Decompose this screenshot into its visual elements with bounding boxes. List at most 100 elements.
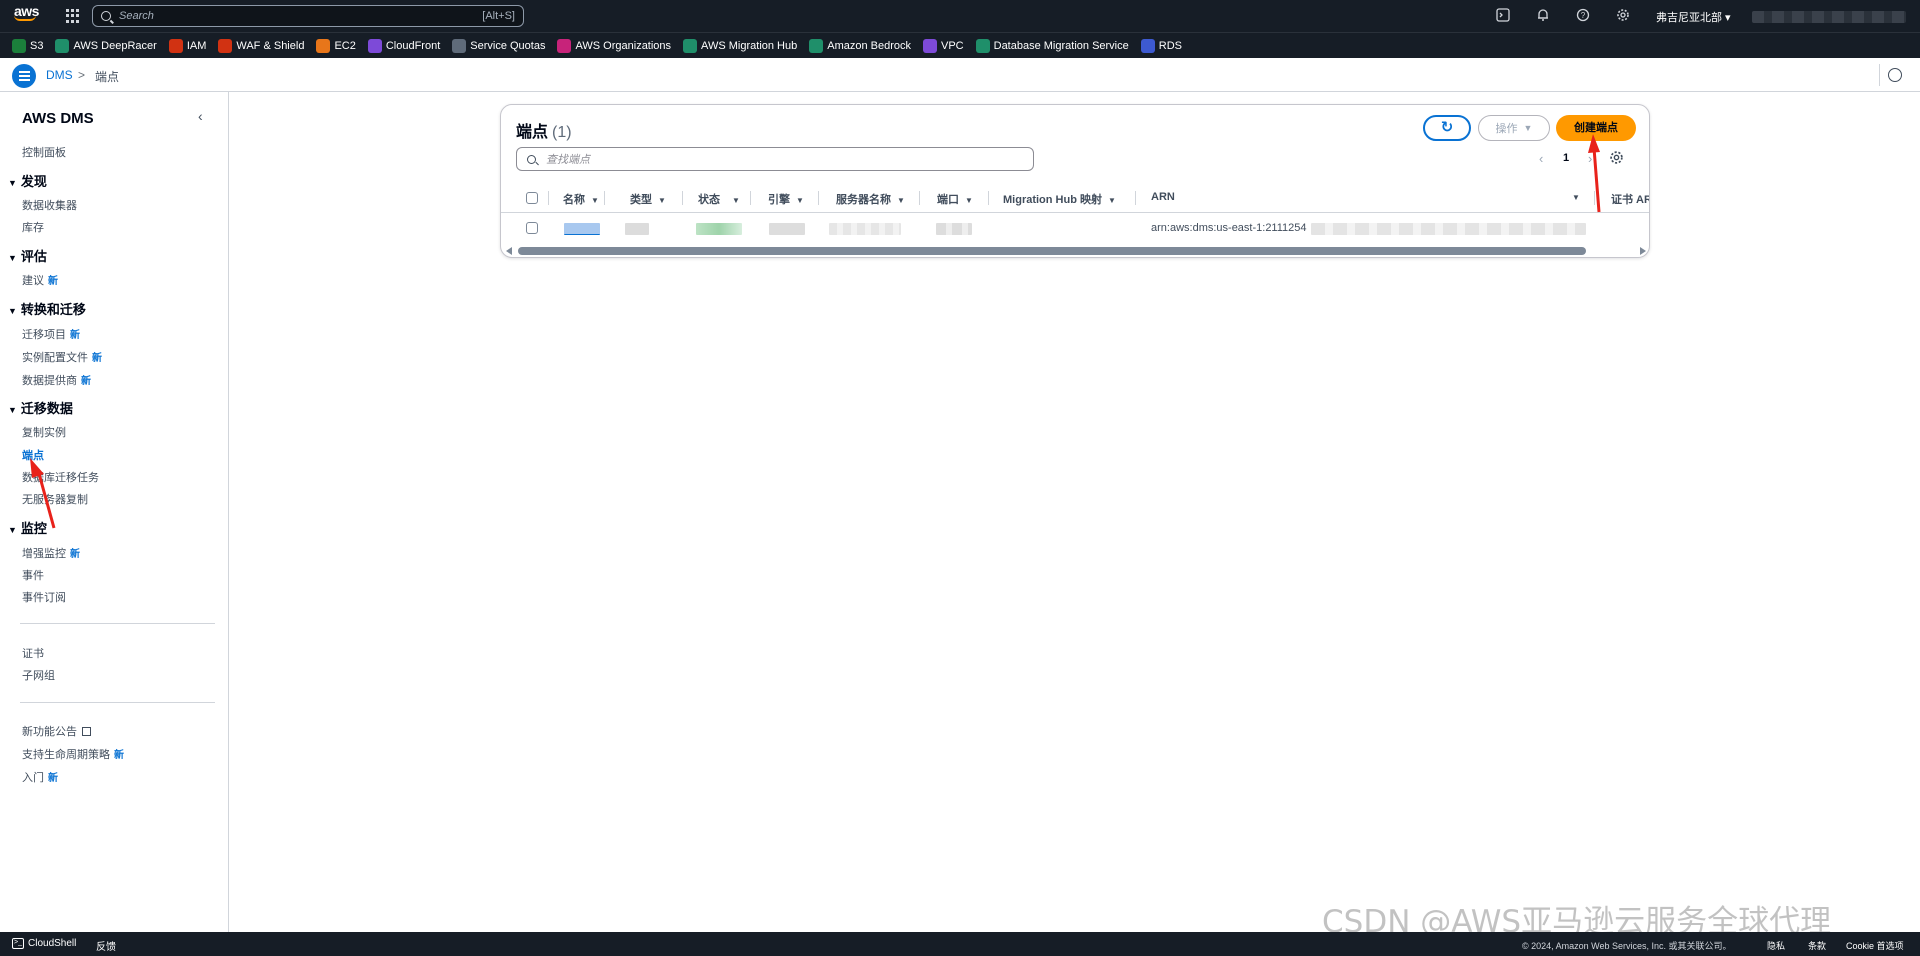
services-grid-icon[interactable]: [66, 9, 80, 23]
favorite-label: WAF & Shield: [236, 39, 305, 52]
sidebar-item-events[interactable]: 事件: [22, 567, 44, 583]
new-badge: 新: [48, 773, 58, 784]
refresh-button[interactable]: ↻: [1423, 115, 1471, 141]
collapse-chevron-left-icon[interactable]: ‹: [198, 108, 203, 124]
pagination-page-number[interactable]: 1: [1563, 152, 1569, 164]
new-badge: 新: [70, 330, 80, 341]
aws-logo[interactable]: aws: [14, 4, 39, 21]
sidebar-item-event-subscriptions[interactable]: 事件订阅: [22, 589, 66, 605]
settings-gear-icon[interactable]: [1615, 8, 1631, 24]
sidebar-item-subnet-groups[interactable]: 子网组: [22, 667, 55, 683]
favorite-s3[interactable]: S3: [12, 38, 43, 53]
global-search-input[interactable]: Search [Alt+S]: [92, 5, 524, 27]
pagination-next-icon[interactable]: ›: [1588, 151, 1592, 166]
column-header-type[interactable]: 类型 ▼: [630, 191, 666, 207]
favorite-iam[interactable]: IAM: [168, 38, 206, 53]
cloudshell-icon[interactable]: [1495, 8, 1511, 24]
arn-sort-caret-icon[interactable]: ▼: [1572, 191, 1580, 203]
notifications-bell-icon[interactable]: [1535, 8, 1551, 24]
sidebar-section-assess[interactable]: ▼ 评估: [8, 246, 47, 265]
favorite-vpc[interactable]: VPC: [923, 38, 964, 53]
cloudshell-button[interactable]: >_ CloudShell: [12, 938, 76, 949]
sidebar-item-database-migration-tasks[interactable]: 数据库迁移任务: [22, 469, 99, 485]
column-header-port[interactable]: 端口 ▼: [937, 191, 973, 207]
section-heading: 监控: [20, 521, 47, 536]
sidebar-item-data-providers[interactable]: 数据提供商新: [22, 372, 91, 388]
help-icon[interactable]: ?: [1575, 8, 1591, 24]
service-icon: [12, 38, 26, 53]
favorite-service-quotas[interactable]: Service Quotas: [452, 38, 545, 53]
header-label: 名称: [563, 194, 585, 206]
favorite-aws-migration-hub[interactable]: AWS Migration Hub: [683, 38, 797, 53]
scroll-left-arrow-icon[interactable]: [506, 247, 512, 255]
endpoint-name-link-redacted[interactable]: [564, 223, 600, 235]
tools-panel-icon[interactable]: [1888, 68, 1902, 82]
favorite-amazon-bedrock[interactable]: Amazon Bedrock: [809, 38, 911, 53]
actions-dropdown-button[interactable]: 操作 ▼: [1478, 115, 1550, 141]
favorite-cloudfront[interactable]: CloudFront: [367, 38, 440, 53]
sidebar-item-certificates[interactable]: 证书: [22, 645, 44, 661]
service-icon: [452, 38, 467, 53]
sidebar-section-convert-migrate[interactable]: ▼ 转换和迁移: [8, 299, 86, 318]
sidebar-item-getting-started[interactable]: 入门新: [22, 769, 58, 785]
service-icon: [1140, 38, 1155, 53]
horizontal-scrollbar[interactable]: [506, 246, 1646, 256]
search-icon: [101, 11, 111, 21]
column-header-status[interactable]: 状态 ▼: [698, 191, 740, 207]
feedback-link[interactable]: 反馈: [96, 938, 116, 953]
scroll-right-arrow-icon[interactable]: [1640, 247, 1646, 255]
favorite-rds[interactable]: RDS: [1140, 38, 1182, 53]
sidebar-item-instance-profiles[interactable]: 实例配置文件新: [22, 349, 102, 365]
select-all-checkbox[interactable]: [526, 192, 538, 204]
table-row[interactable]: arn:aws:dms:us-east-1:2111254: [501, 213, 1649, 243]
favorite-aws-deepracer[interactable]: AWS DeepRacer: [55, 38, 157, 53]
sidebar-item-migration-projects[interactable]: 迁移项目新: [22, 326, 80, 342]
sidebar-section-discover[interactable]: ▼ 发现: [8, 171, 47, 190]
sidebar-item-endpoints[interactable]: 端点: [22, 447, 44, 463]
sidebar-item-replication-instances[interactable]: 复制实例: [22, 424, 66, 440]
item-label: 新功能公告: [22, 726, 77, 738]
create-endpoint-button[interactable]: 创建端点: [1556, 115, 1636, 141]
column-header-arn[interactable]: ARN: [1151, 191, 1175, 203]
row-checkbox[interactable]: [526, 222, 538, 234]
column-header-engine[interactable]: 引擎 ▼: [768, 191, 804, 207]
privacy-link[interactable]: 隐私: [1767, 939, 1785, 952]
account-menu-redacted[interactable]: [1752, 11, 1906, 23]
terms-link[interactable]: 条款: [1808, 939, 1826, 952]
header-label: 状态: [698, 194, 720, 206]
column-header-certificate-arn[interactable]: 证书 AR: [1611, 191, 1649, 207]
favorite-waf-shield[interactable]: WAF & Shield: [218, 38, 305, 53]
side-navigation-toggle-button[interactable]: [12, 64, 36, 88]
sidebar-title[interactable]: AWS DMS: [22, 110, 94, 127]
new-badge: 新: [92, 353, 102, 364]
sidebar-item-enhanced-monitoring[interactable]: 增强监控新: [22, 545, 80, 561]
scrollbar-thumb[interactable]: [518, 247, 1586, 255]
breadcrumb-dms-link[interactable]: DMS: [46, 68, 73, 82]
column-separator: [818, 191, 819, 205]
sidebar-item-serverless-replications[interactable]: 无服务器复制: [22, 491, 88, 507]
pagination-prev-icon[interactable]: ‹: [1539, 151, 1543, 166]
service-icon: [683, 38, 698, 53]
endpoint-arn: arn:aws:dms:us-east-1:2111254: [1151, 222, 1307, 234]
find-endpoints-input[interactable]: 查找端点: [516, 147, 1034, 171]
region-selector[interactable]: 弗吉尼亚北部 ▾: [1656, 9, 1731, 25]
sidebar-section-monitoring[interactable]: ▼ 监控: [8, 518, 47, 537]
item-label: 支持生命周期策略: [22, 749, 110, 761]
column-header-server-name[interactable]: 服务器名称 ▼: [836, 191, 905, 207]
favorite-database-migration-service[interactable]: Database Migration Service: [975, 38, 1129, 53]
sidebar-item-data-collectors[interactable]: 数据收集器: [22, 197, 77, 213]
favorite-aws-organizations[interactable]: AWS Organizations: [557, 38, 671, 53]
section-heading: 发现: [20, 174, 47, 189]
sidebar-item-recommendations[interactable]: 建议新: [22, 272, 58, 288]
sidebar-section-migrate-data[interactable]: ▼ 迁移数据: [8, 398, 73, 417]
sidebar-item-dashboard[interactable]: 控制面板: [22, 144, 66, 160]
cookie-preferences-link[interactable]: Cookie 首选项: [1846, 939, 1904, 952]
item-label: 实例配置文件: [22, 352, 88, 364]
favorite-ec2[interactable]: EC2: [316, 38, 356, 53]
sidebar-item-lifecycle-policy[interactable]: 支持生命周期策略新: [22, 746, 124, 762]
column-header-migration-hub-mapping[interactable]: Migration Hub 映射 ▼: [1003, 191, 1116, 207]
column-header-name[interactable]: 名称 ▼: [563, 191, 599, 207]
sidebar-item-whats-new[interactable]: 新功能公告: [22, 723, 91, 739]
preferences-gear-icon[interactable]: [1609, 150, 1624, 169]
sidebar-item-inventory[interactable]: 库存: [22, 219, 44, 235]
